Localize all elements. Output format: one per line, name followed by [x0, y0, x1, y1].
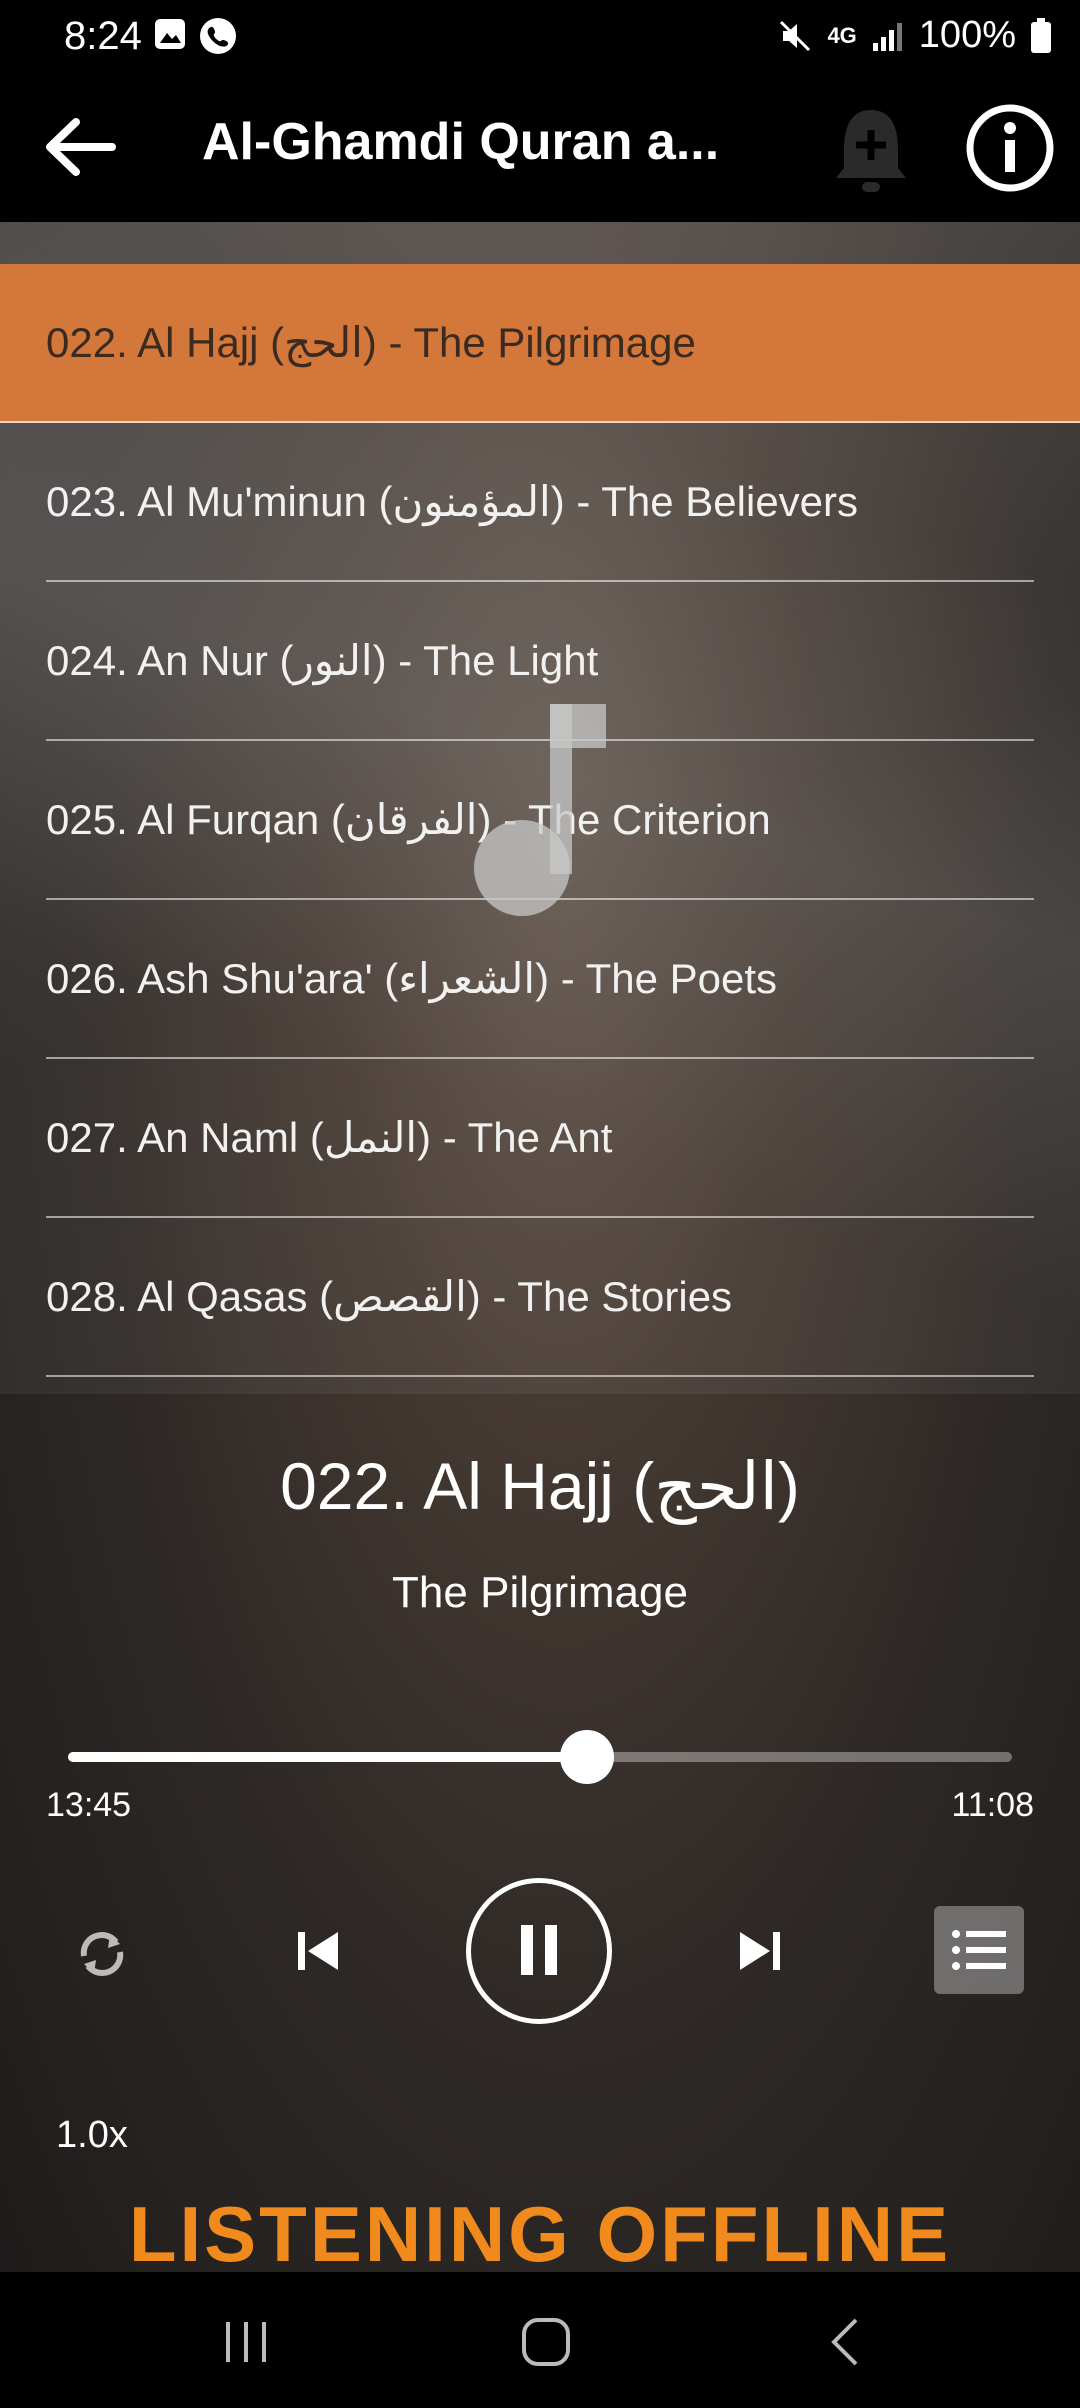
elapsed-time: 13:45: [46, 1786, 132, 1824]
list-item[interactable]: 023. Al Mu'minun (المؤمنون) - The Believ…: [46, 423, 1034, 582]
list-item[interactable]: 027. An Naml (النمل) - The Ant: [46, 1059, 1034, 1218]
home-button[interactable]: [516, 2316, 576, 2368]
list-item-label: 026. Ash Shu'ara' (الشعراء) - The Poets: [46, 955, 778, 1002]
info-icon: [966, 104, 1054, 192]
system-nav-bar: [0, 2272, 1080, 2408]
signal-icon: [872, 22, 902, 51]
status-time: 8:24: [64, 14, 142, 58]
notification-bell-button[interactable]: [826, 102, 916, 202]
skip-next-icon: [740, 1932, 780, 1970]
repeat-button[interactable]: [70, 1922, 134, 1986]
chevron-left-icon: [831, 2318, 858, 2366]
now-playing-subtitle: The Pilgrimage: [392, 1568, 688, 1617]
remaining-time: 11:08: [951, 1786, 1034, 1824]
skip-previous-icon: [298, 1932, 338, 1970]
page-title: Al-Ghamdi Quran a...: [202, 113, 720, 171]
seek-thumb[interactable]: [560, 1730, 615, 1784]
list-item-label: 024. An Nur (النور) - The Light: [46, 637, 599, 684]
previous-button[interactable]: [290, 1922, 348, 1980]
app-bar: Al-Ghamdi Quran a...: [0, 72, 1080, 222]
next-button[interactable]: [730, 1922, 788, 1980]
list-item-label: 025. Al Furqan (الفرقان) - The Criterion: [46, 796, 771, 843]
bell-plus-icon: [836, 110, 906, 192]
pause-button[interactable]: [466, 1878, 612, 2024]
list-item-label: 022. Al Hajj (الحج) - The Pilgrimage: [46, 319, 696, 366]
list-item-label: 028. Al Qasas (القصص) - The Stories: [46, 1273, 733, 1320]
list-item-label: 027. An Naml (النمل) - The Ant: [46, 1114, 613, 1161]
pause-icon: [521, 1925, 557, 1975]
info-button[interactable]: [964, 102, 1056, 194]
battery-icon: [1031, 17, 1051, 53]
home-icon: [522, 2318, 570, 2366]
list-item[interactable]: 028. Al Qasas (القصص) - The Stories: [46, 1218, 1034, 1377]
mute-icon: [780, 20, 811, 51]
recent-apps-icon: [226, 2322, 266, 2362]
battery-percent: 100%: [918, 14, 1016, 56]
recent-apps-button[interactable]: [216, 2316, 276, 2368]
seek-progress: [68, 1752, 588, 1762]
list-item-label: 023. Al Mu'minun (المؤمنون) - The Believ…: [46, 478, 859, 525]
player-overlay: [0, 1394, 1080, 2272]
list-item-active[interactable]: 022. Al Hajj (الحج) - The Pilgrimage: [0, 264, 1080, 423]
arrow-left-icon: [46, 118, 116, 176]
back-button[interactable]: [40, 110, 120, 184]
music-note-icon: [474, 704, 606, 916]
playback-speed-button[interactable]: 1.0x: [56, 2114, 128, 2157]
playlist-button[interactable]: [934, 1906, 1024, 1994]
system-back-button[interactable]: [818, 2316, 878, 2368]
list-item[interactable]: 026. Ash Shu'ara' (الشعراء) - The Poets: [46, 900, 1034, 1059]
phone-call-icon: [200, 18, 236, 54]
network-type: 4G: [827, 22, 857, 48]
status-bar: 8:24 4G 100%: [0, 0, 1080, 72]
gallery-icon: [155, 19, 185, 49]
repeat-icon: [80, 1932, 124, 1976]
seek-bar[interactable]: [68, 1730, 1012, 1784]
now-playing-title: 022. Al Hajj (الحج): [280, 1449, 800, 1523]
list-icon: [952, 1930, 1006, 1970]
offline-banner: LISTENING OFFLINE: [128, 2190, 952, 2278]
